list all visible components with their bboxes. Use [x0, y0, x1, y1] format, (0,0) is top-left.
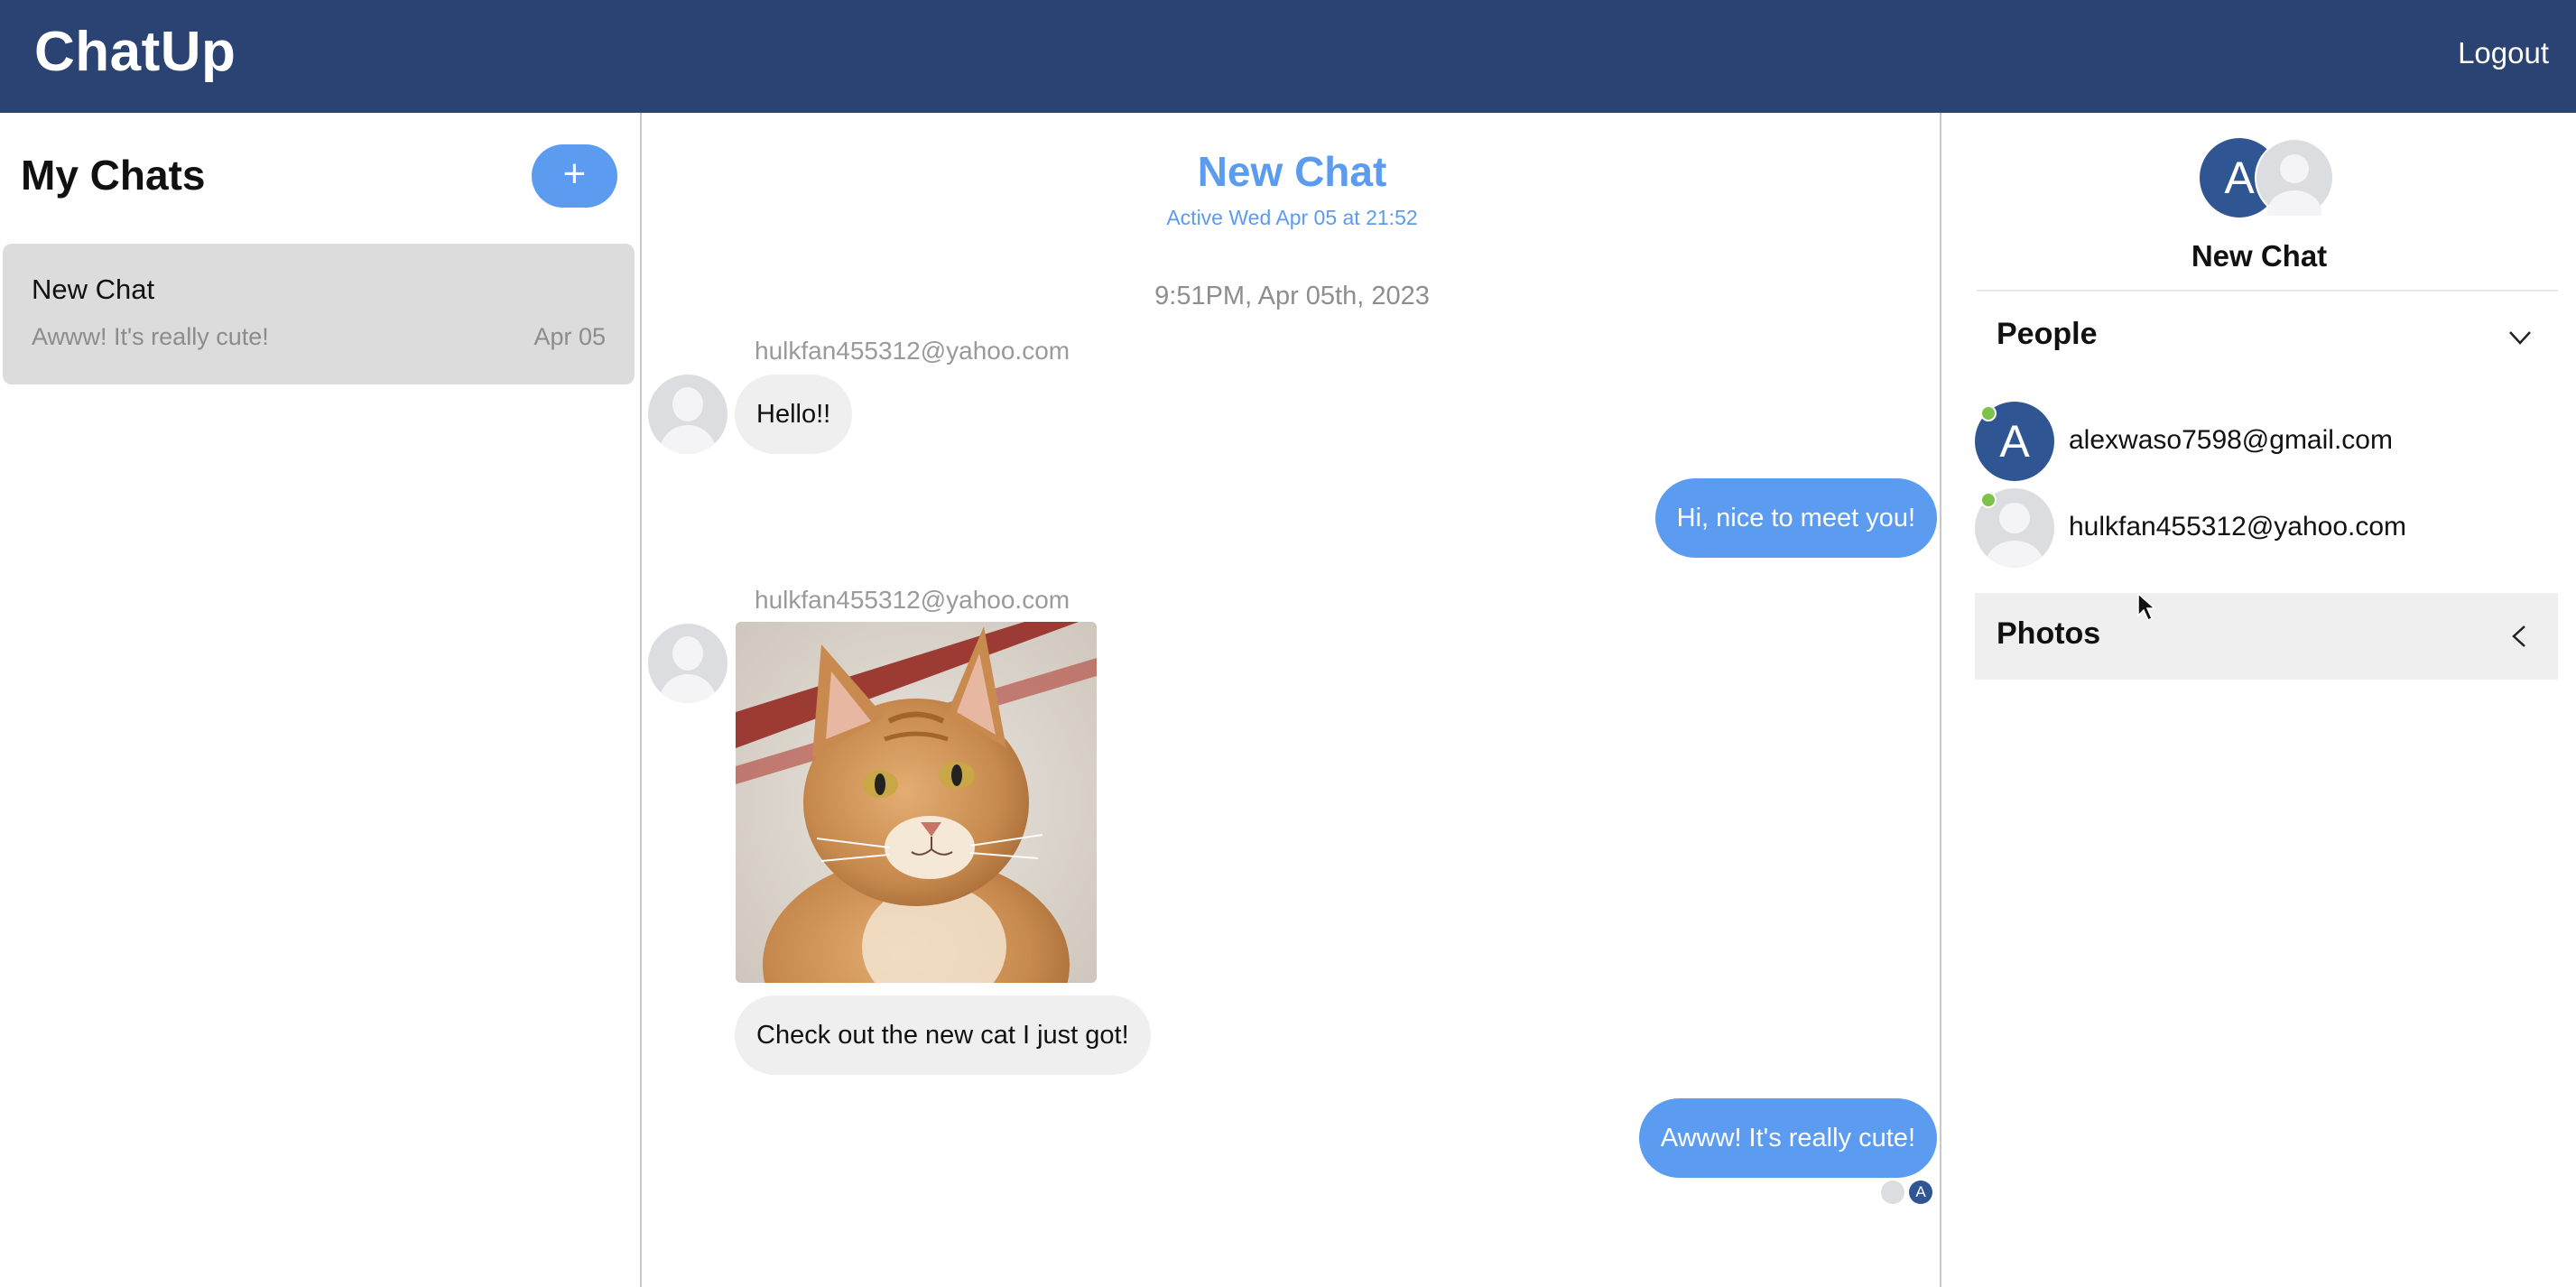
cat-photo[interactable]: [736, 622, 1097, 983]
chat-details-panel: A New Chat People A alexwaso7598@gmail.c…: [1942, 113, 2576, 1287]
chat-list-item-preview: Awww! It's really cute!: [32, 323, 269, 350]
online-indicator: [1980, 492, 1997, 508]
chat-list-item-date: Apr 05: [533, 323, 606, 350]
people-section-label: People: [1997, 317, 2098, 351]
online-indicator: [1980, 405, 1997, 421]
people-section-toggle[interactable]: People: [1975, 293, 2558, 380]
photos-section-label: Photos: [1997, 616, 2101, 651]
incoming-message-bubble: Check out the new cat I just got!: [735, 995, 1151, 1075]
read-receipt-placeholder-avatar: [1881, 1181, 1904, 1204]
conversation-title: New Chat: [1197, 148, 1387, 195]
sidebar-title: My Chats: [21, 152, 206, 199]
user-placeholder-icon: [648, 375, 727, 454]
read-receipt-avatar: A: [1909, 1181, 1932, 1204]
person-list-item[interactable]: A alexwaso7598@gmail.com: [1975, 402, 2534, 483]
user-placeholder-icon: [2255, 138, 2334, 234]
user-placeholder-icon: [648, 624, 727, 703]
app-logo[interactable]: ChatUp: [34, 20, 236, 84]
mouse-cursor-icon: [2137, 592, 2156, 622]
incoming-message-bubble: Hello!!: [735, 375, 853, 454]
cat-photo-graphic: [736, 622, 1097, 983]
message-sender: hulkfan455312@yahoo.com: [755, 337, 1070, 365]
person-email: alexwaso7598@gmail.com: [2069, 425, 2393, 455]
photos-section-toggle[interactable]: Photos: [1975, 593, 2558, 680]
chevron-left-icon: [2512, 625, 2525, 647]
logout-link[interactable]: Logout: [2458, 36, 2549, 70]
chevron-down-icon: [2509, 331, 2531, 345]
chat-list-item-name: New Chat: [32, 273, 155, 305]
chat-list-item[interactable]: New Chat Awww! It's really cute! Apr 05: [3, 244, 635, 384]
conversation-panel: New Chat Active Wed Apr 05 at 21:52 9:51…: [643, 113, 1941, 1287]
outgoing-message-bubble: Awww! It's really cute!: [1638, 1098, 1937, 1178]
outgoing-message-bubble: Hi, nice to meet you!: [1654, 478, 1937, 558]
new-chat-button[interactable]: +: [532, 144, 617, 208]
conversation-timestamp: 9:51PM, Apr 05th, 2023: [1154, 282, 1430, 310]
person-email: hulkfan455312@yahoo.com: [2069, 512, 2407, 542]
chats-sidebar: My Chats + New Chat Awww! It's really cu…: [0, 113, 642, 1287]
group-name: New Chat: [2191, 239, 2328, 273]
message-sender: hulkfan455312@yahoo.com: [755, 586, 1070, 614]
conversation-active-status: Active Wed Apr 05 at 21:52: [1166, 206, 1418, 229]
person-list-item[interactable]: hulkfan455312@yahoo.com: [1975, 488, 2534, 569]
top-navbar: ChatUp Logout: [0, 0, 2576, 113]
divider: [1977, 290, 2558, 292]
